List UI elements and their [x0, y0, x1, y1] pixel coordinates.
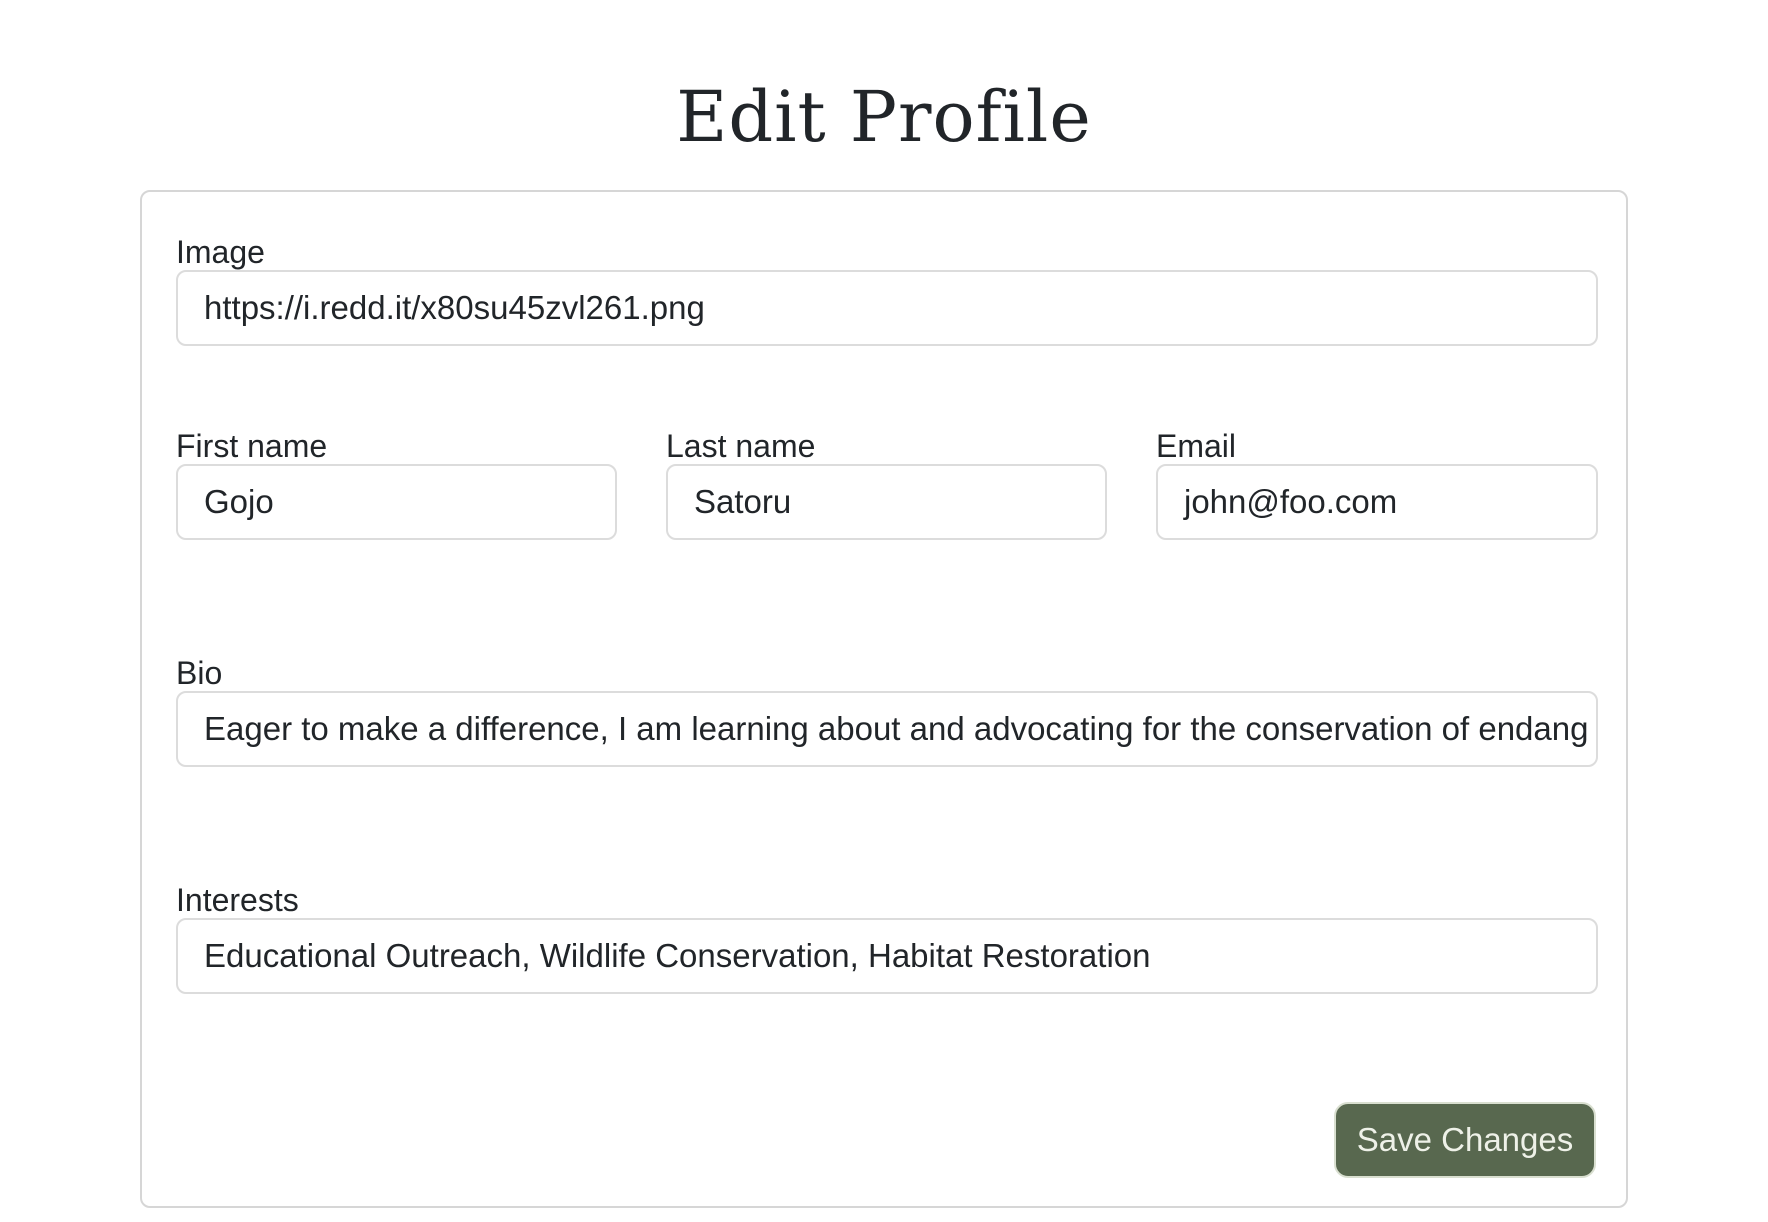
bio-field: Bio Eager to make a difference, I am lea…: [176, 653, 1598, 769]
interests-field: Interests Educational Outreach, Wildlife…: [176, 880, 1598, 996]
email-input[interactable]: john@foo.com: [1156, 464, 1598, 540]
image-field: Image https://i.redd.it/x80su45zvl261.pn…: [176, 232, 1598, 348]
edit-profile-card: Image https://i.redd.it/x80su45zvl261.pn…: [140, 190, 1628, 1208]
bio-label: Bio: [176, 655, 223, 691]
bio-input[interactable]: Eager to make a difference, I am learnin…: [176, 691, 1598, 767]
last-name-field: Last name Satoru: [666, 426, 1107, 542]
email-label: Email: [1156, 428, 1237, 464]
last-name-label: Last name: [666, 428, 816, 464]
first-name-input[interactable]: Gojo: [176, 464, 617, 540]
email-field: Email john@foo.com: [1156, 426, 1598, 542]
interests-input[interactable]: Educational Outreach, Wildlife Conservat…: [176, 918, 1598, 994]
page-title: Edit Profile: [676, 76, 1092, 158]
image-label: Image: [176, 234, 265, 270]
first-name-label: First name: [176, 428, 328, 464]
last-name-input[interactable]: Satoru: [666, 464, 1107, 540]
image-url-input[interactable]: https://i.redd.it/x80su45zvl261.png: [176, 270, 1598, 346]
first-name-field: First name Gojo: [176, 426, 617, 542]
save-changes-button[interactable]: Save Changes: [1334, 1102, 1596, 1178]
interests-label: Interests: [176, 882, 299, 918]
